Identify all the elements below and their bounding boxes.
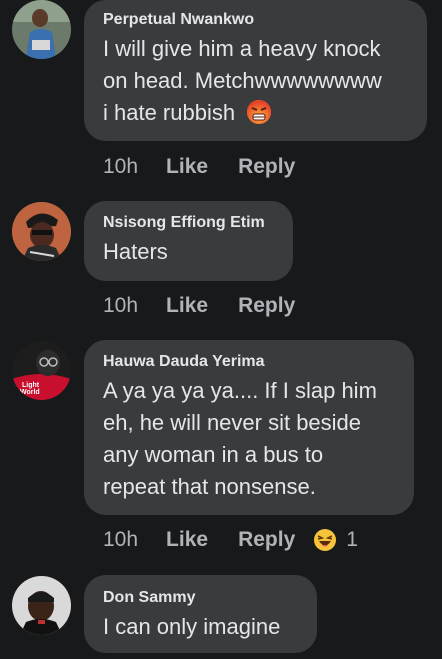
comment-bubble: Hauwa Dauda Yerima A ya ya ya ya.... If … bbox=[84, 340, 414, 515]
comment-author[interactable]: Hauwa Dauda Yerima bbox=[103, 352, 396, 372]
svg-text:Light: Light bbox=[22, 382, 40, 389]
comment-author[interactable]: Don Sammy bbox=[103, 588, 299, 608]
like-button[interactable]: Like bbox=[166, 528, 208, 552]
comment-bubble: Perpetual Nwankwo I will give him a heav… bbox=[84, 0, 427, 141]
svg-text:World: World bbox=[20, 389, 40, 396]
comment-text-line: I can only imagine bbox=[103, 614, 281, 639]
angry-face-icon bbox=[247, 100, 272, 125]
reaction-count: 1 bbox=[346, 528, 358, 551]
avatar[interactable] bbox=[12, 202, 71, 261]
reply-button[interactable]: Reply bbox=[238, 294, 295, 318]
comment-author[interactable]: Perpetual Nwankwo bbox=[103, 10, 409, 30]
comment-text-line: repeat that nonsense. bbox=[103, 474, 316, 499]
comment-meta: 10h Like Reply bbox=[103, 294, 295, 318]
like-button[interactable]: Like bbox=[166, 294, 208, 318]
comment-text-line: Haters bbox=[103, 239, 168, 264]
comment-timestamp[interactable]: 10h bbox=[103, 528, 138, 552]
comment-text-line: any woman in a bus to bbox=[103, 442, 324, 467]
comment-timestamp[interactable]: 10h bbox=[103, 155, 138, 179]
comment-text-line-with-emoji: i hate rubbish bbox=[103, 97, 409, 129]
comment-bubble: Don Sammy I can only imagine bbox=[84, 575, 317, 653]
like-button[interactable]: Like bbox=[166, 155, 208, 179]
comment-text-line: A ya ya ya ya.... If I slap him bbox=[103, 378, 377, 403]
avatar[interactable] bbox=[12, 0, 71, 59]
reply-button[interactable]: Reply bbox=[238, 155, 295, 179]
reaction-summary[interactable]: 1 bbox=[313, 528, 358, 552]
avatar[interactable] bbox=[12, 576, 71, 635]
avatar[interactable]: Light World bbox=[12, 341, 71, 400]
comment-text-line: on head. Metchwwwwwwww bbox=[103, 68, 382, 93]
comment-text-line: i hate rubbish bbox=[103, 100, 236, 125]
comment-bubble: Nsisong Effiong Etim Haters bbox=[84, 201, 293, 281]
comment-meta: 10h Like Reply 1 bbox=[103, 528, 358, 552]
comment-author[interactable]: Nsisong Effiong Etim bbox=[103, 213, 275, 233]
comment-timestamp[interactable]: 10h bbox=[103, 294, 138, 318]
reply-button[interactable]: Reply bbox=[238, 528, 295, 552]
haha-reaction-icon bbox=[314, 529, 337, 551]
comment-meta: 10h Like Reply bbox=[103, 155, 295, 179]
comment-text-line: eh, he will never sit beside bbox=[103, 410, 362, 435]
comment-text-line: I will give him a heavy knock bbox=[103, 36, 381, 61]
